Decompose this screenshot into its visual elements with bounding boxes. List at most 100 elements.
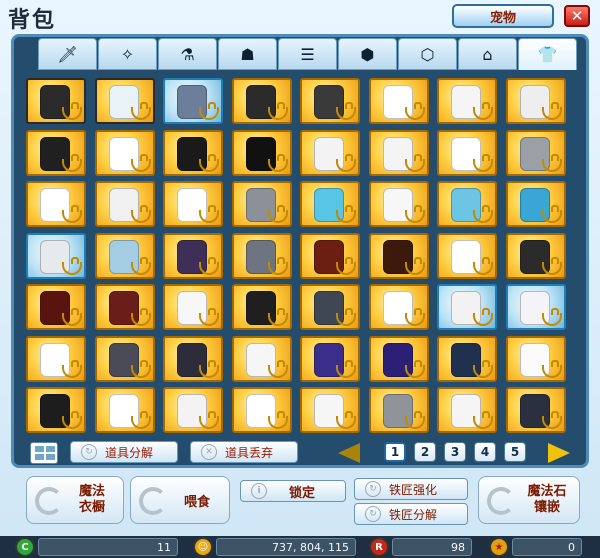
- prev-page-arrow-icon[interactable]: [338, 443, 360, 463]
- grid-cell-icon: [35, 454, 44, 460]
- hanger-icon: [62, 153, 82, 172]
- feed-label: 喂食: [183, 494, 210, 510]
- inventory-slot[interactable]: [505, 181, 566, 227]
- hanger-icon: [336, 153, 356, 172]
- close-button[interactable]: ✕: [564, 5, 590, 27]
- inventory-slot[interactable]: [163, 387, 223, 433]
- page-button-4[interactable]: 4: [474, 442, 496, 462]
- inventory-slot[interactable]: [231, 129, 292, 176]
- magic-wardrobe-button[interactable]: 魔法 衣橱: [26, 476, 124, 524]
- inventory-slot[interactable]: [163, 78, 223, 124]
- tab-weapon[interactable]: 🗡: [38, 38, 97, 70]
- page-button-1[interactable]: 1: [384, 442, 406, 462]
- tab-box[interactable]: ⬡: [398, 38, 457, 70]
- inventory-slot[interactable]: [505, 78, 566, 124]
- feed-icon: [139, 487, 167, 515]
- tab-accessory[interactable]: ✧: [98, 38, 157, 70]
- inventory-slot[interactable]: [163, 335, 223, 382]
- layout-toggle-button[interactable]: [30, 442, 58, 464]
- inventory-slot[interactable]: [163, 284, 223, 330]
- hanger-icon: [404, 153, 425, 172]
- hanger-icon: [541, 256, 562, 275]
- tab-scroll[interactable]: ☰: [278, 38, 337, 70]
- inventory-slot[interactable]: [505, 387, 566, 433]
- inventory-slot[interactable]: [26, 78, 86, 124]
- tab-bag[interactable]: ☗: [218, 38, 277, 70]
- red-currency-value: 98: [392, 538, 472, 556]
- inventory-slot[interactable]: [505, 335, 566, 382]
- inventory-slot[interactable]: [26, 335, 86, 382]
- inventory-window: 背包 宠物 ✕ 🗡 ✧ ⚗ ☗ ☰ ⬢ ⬡ ⌂ 👕 ↻ 道具分解 ✕ 道具丢弃 1 2 3 4 …: [0, 0, 600, 558]
- inventory-slot[interactable]: [368, 335, 429, 382]
- smith-enhance-label: 铁匠强化: [389, 482, 438, 497]
- inventory-slot[interactable]: [26, 284, 86, 330]
- inventory-slot[interactable]: [163, 232, 223, 279]
- inventory-slot[interactable]: [437, 181, 497, 227]
- inventory-slot[interactable]: [26, 387, 86, 433]
- hanger-icon: [404, 256, 425, 275]
- inventory-slot[interactable]: [94, 284, 155, 330]
- window-title: 背包: [8, 8, 57, 33]
- inventory-slot[interactable]: [505, 232, 566, 279]
- grid-cell-icon: [46, 446, 55, 452]
- inventory-slot[interactable]: [300, 78, 360, 124]
- inventory-slot[interactable]: [437, 335, 497, 382]
- inventory-slot[interactable]: [94, 78, 155, 124]
- inventory-slot[interactable]: [94, 181, 155, 227]
- inventory-slot[interactable]: [231, 284, 292, 330]
- inventory-slot[interactable]: [231, 181, 292, 227]
- smith-decompose-button[interactable]: ↻ 铁匠分解: [354, 503, 468, 525]
- inventory-slot[interactable]: [505, 284, 566, 330]
- inventory-slot[interactable]: [231, 387, 292, 433]
- inventory-slot[interactable]: [26, 181, 86, 227]
- inventory-slot[interactable]: [94, 387, 155, 433]
- feed-button[interactable]: 喂食: [130, 476, 230, 524]
- hanger-icon: [199, 153, 219, 172]
- magic-stone-inlay-button[interactable]: 魔法石 镶嵌: [478, 476, 580, 524]
- magic-wardrobe-label-2: 衣橱: [78, 500, 105, 515]
- inventory-slot[interactable]: [368, 78, 429, 124]
- inventory-slot[interactable]: [300, 181, 360, 227]
- inventory-slot[interactable]: [437, 284, 497, 330]
- decompose-item-button[interactable]: ↻ 道具分解: [70, 441, 178, 463]
- next-page-arrow-icon[interactable]: [548, 443, 570, 463]
- hanger-icon: [336, 359, 356, 378]
- inventory-slot[interactable]: [368, 232, 429, 279]
- inventory-slot[interactable]: [300, 232, 360, 279]
- pet-button[interactable]: 宠物: [452, 4, 554, 28]
- inventory-slot[interactable]: [94, 335, 155, 382]
- inventory-slot[interactable]: [94, 129, 155, 176]
- inventory-slot[interactable]: [231, 232, 292, 279]
- tab-box-star[interactable]: ⬢: [338, 38, 397, 70]
- inventory-slot[interactable]: [437, 129, 497, 176]
- inventory-slot[interactable]: [94, 232, 155, 279]
- inventory-slot[interactable]: [26, 232, 86, 279]
- inventory-slot[interactable]: [368, 387, 429, 433]
- discard-item-button[interactable]: ✕ 道具丢弃: [190, 441, 298, 463]
- page-button-2[interactable]: 2: [414, 442, 436, 462]
- inventory-slot[interactable]: [300, 335, 360, 382]
- inventory-slot[interactable]: [437, 387, 497, 433]
- page-button-5[interactable]: 5: [504, 442, 526, 462]
- inventory-slot[interactable]: [437, 78, 497, 124]
- hanger-icon: [62, 256, 82, 275]
- inventory-slot[interactable]: [300, 284, 360, 330]
- inventory-slot[interactable]: [368, 181, 429, 227]
- inventory-slot[interactable]: [368, 129, 429, 176]
- inventory-slot[interactable]: [163, 129, 223, 176]
- inventory-slot[interactable]: [26, 129, 86, 176]
- inventory-slot[interactable]: [437, 232, 497, 279]
- tab-costume[interactable]: 👕: [518, 38, 577, 70]
- inventory-slot[interactable]: [231, 335, 292, 382]
- inventory-slot[interactable]: [505, 129, 566, 176]
- page-button-3[interactable]: 3: [444, 442, 466, 462]
- tab-potion[interactable]: ⚗: [158, 38, 217, 70]
- inventory-slot[interactable]: [231, 78, 292, 124]
- inventory-slot[interactable]: [163, 181, 223, 227]
- inventory-slot[interactable]: [300, 129, 360, 176]
- lock-button[interactable]: i 锁定: [240, 480, 346, 502]
- inventory-slot[interactable]: [300, 387, 360, 433]
- smith-enhance-button[interactable]: ↻ 铁匠强化: [354, 478, 468, 500]
- inventory-slot[interactable]: [368, 284, 429, 330]
- tab-home[interactable]: ⌂: [458, 38, 517, 70]
